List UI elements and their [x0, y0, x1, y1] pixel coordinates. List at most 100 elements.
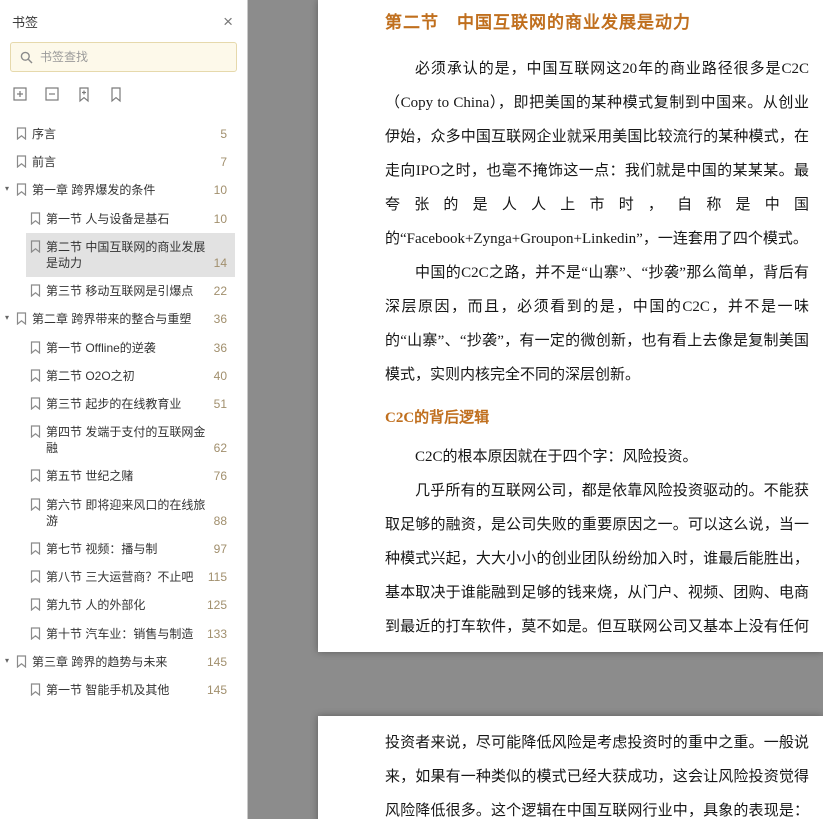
paragraph-group: C2C的根本原因就在于四个字：风险投资。几乎所有的互联网公司，都是依靠风险投资驱…: [385, 440, 809, 652]
bookmark-icon: [16, 312, 27, 325]
bookmark-label: 第十节 汽车业：销售与制造: [46, 626, 199, 642]
bookmark-page-number: 76: [214, 468, 227, 484]
add-bookmark-icon: [76, 86, 93, 103]
bookmark-page-number: 22: [214, 283, 227, 299]
bookmark-icon: [30, 598, 41, 611]
bookmark-page-number: 51: [214, 396, 227, 412]
bookmarks-toolbar: [0, 72, 247, 112]
bookmark-item[interactable]: 前言 7: [0, 148, 235, 176]
bookmark-page-number: 125: [207, 597, 227, 613]
bookmark-item[interactable]: 第三节 移动互联网是引爆点22: [26, 277, 235, 305]
bookmark-label: 第三节 起步的在线教育业: [46, 396, 206, 412]
bookmark-item[interactable]: 第一节 Offline的逆袭 36: [26, 334, 235, 362]
bookmark-page-number: 5: [220, 126, 227, 142]
bookmark-page-number: 62: [214, 440, 227, 456]
bookmark-page-number: 40: [214, 368, 227, 384]
bookmark-page-number: 36: [214, 340, 227, 356]
bookmark-icon: [30, 425, 41, 438]
bookmark-label: 第八节 三大运营商？不止吧: [46, 569, 200, 585]
bookmark-label: 第一节 智能手机及其他: [46, 682, 199, 698]
bookmark-icon: [30, 212, 41, 225]
bookmark-page-number: 88: [214, 513, 227, 529]
bookmark-item[interactable]: 第九节 人的外部化 125: [26, 591, 235, 619]
add-bookmark-button[interactable]: [74, 84, 94, 104]
bookmark-list: 序言 5 前言 7 ▾ 第一章 跨界爆发的条件 10 第一节 人与设备是基石 10 第二节 中国互…: [0, 112, 247, 819]
bookmark-item[interactable]: 第三节 起步的在线教育业 51: [26, 390, 235, 418]
bookmark-icon: [30, 469, 41, 482]
paragraph: 几乎所有的互联网公司，都是依靠风险投资驱动的。不能获取足够的融资，是公司失败的重…: [385, 474, 809, 652]
collapse-all-button[interactable]: [42, 84, 62, 104]
bookmark-label: 第二章 跨界带来的整合与重塑: [32, 311, 206, 327]
bookmark-item[interactable]: ▾ 第二章 跨界带来的整合与重塑 36: [0, 305, 235, 333]
collapse-all-icon: [44, 86, 61, 103]
bookmark-icon: [30, 498, 41, 511]
bookmark-label: 第七节 视频：播与制: [46, 541, 206, 557]
bookmark-item[interactable]: 第四节 发端于支付的互联网金融 62: [26, 418, 235, 462]
bookmark-button[interactable]: [106, 84, 126, 104]
bookmark-page-number: 133: [207, 626, 227, 642]
bookmark-item[interactable]: 第六节 即将迎来风口的在线旅游 88: [26, 491, 235, 535]
bookmark-icon: [30, 284, 41, 297]
bookmark-item[interactable]: 第五节 世纪之赌76: [26, 462, 235, 490]
bookmark-label: 序言: [32, 126, 212, 142]
bookmark-icon: [30, 683, 41, 696]
bookmark-label: 第一节 Offline的逆袭: [46, 340, 206, 356]
bookmark-label: 第六节 即将迎来风口的在线旅游: [46, 497, 206, 529]
bookmark-item[interactable]: ▾ 第三章 跨界的趋势与未来 145: [0, 648, 235, 676]
bookmark-icon: [30, 397, 41, 410]
subsection-heading: C2C的背后逻辑: [385, 406, 809, 430]
bookmarks-panel-title: 书签: [12, 12, 38, 31]
bookmark-label: 第一章 跨界爆发的条件: [32, 182, 206, 198]
bookmark-label: 第四节 发端于支付的互联网金融: [46, 424, 206, 456]
bookmark-label: 第九节 人的外部化: [46, 597, 199, 613]
bookmark-item[interactable]: 第二节 O2O之初 40: [26, 362, 235, 390]
bookmark-icon: [16, 183, 27, 196]
bookmarks-sidebar: 书签 × 序言5前言7▾第一章 跨界爆发的条件10第一节 人与设备是基石10第二: [0, 0, 248, 819]
bookmark-label: 第二节 中国互联网的商业发展是动力: [46, 239, 206, 271]
bookmark-page-number: 10: [214, 211, 227, 227]
bookmark-label: 第三章 跨界的趋势与未来: [32, 654, 199, 670]
bookmark-search-box: [10, 42, 237, 72]
bookmark-item[interactable]: 第七节 视频：播与制 97: [26, 535, 235, 563]
bookmark-page-number: 97: [214, 541, 227, 557]
bookmark-page-number: 145: [207, 682, 227, 698]
expand-caret-icon[interactable]: ▾: [5, 314, 16, 322]
bookmark-icon: [108, 86, 125, 103]
expand-all-icon: [12, 86, 29, 103]
search-icon: [20, 51, 33, 64]
bookmark-search-input[interactable]: [40, 50, 227, 64]
bookmark-page-number: 36: [214, 311, 227, 327]
sidebar-header: 书签 ×: [0, 0, 247, 34]
paragraph: 中国的C2C之路，并不是“山寨”、“抄袭”那么简单，背后有深层原因，而且，必须看…: [385, 256, 809, 392]
expand-caret-icon[interactable]: ▾: [5, 185, 16, 193]
document-canvas[interactable]: 第二节 中国互联网的商业发展是动力 必须承认的是，中国互联网这20年的商业路径很…: [248, 0, 823, 819]
bookmark-page-number: 145: [207, 654, 227, 670]
bookmark-label: 第一节 人与设备是基石: [46, 211, 206, 227]
bookmark-item[interactable]: 序言 5: [0, 120, 235, 148]
bookmark-page-number: 7: [220, 154, 227, 170]
bookmark-icon: [30, 542, 41, 555]
bookmark-page-number: 14: [214, 255, 227, 271]
bookmark-item[interactable]: ▾ 第一章 跨界爆发的条件 10: [0, 176, 235, 204]
bookmark-icon: [16, 655, 27, 668]
bookmark-item[interactable]: 第二节 中国互联网的商业发展是动力 14: [26, 233, 235, 277]
bookmark-item[interactable]: 第八节 三大运营商？不止吧 115: [26, 563, 235, 591]
paragraph: 必须承认的是，中国互联网这20年的商业路径很多是C2C（Copy to Chin…: [385, 52, 809, 256]
section-title: 第二节 中国互联网的商业发展是动力: [385, 8, 809, 38]
paragraph: 投资者来说，尽可能降低风险是考虑投资时的重中之重。一般说来，如果有一种类似的模式…: [385, 726, 809, 819]
bookmark-label: 第二节 O2O之初: [46, 368, 206, 384]
bookmark-item[interactable]: 第一节 智能手机及其他 145: [26, 676, 235, 704]
bookmark-icon: [30, 570, 41, 583]
bookmark-icon: [30, 240, 41, 253]
paragraph: C2C的根本原因就在于四个字：风险投资。: [385, 440, 809, 474]
expand-caret-icon[interactable]: ▾: [5, 657, 16, 665]
bookmark-page-number: 10: [214, 182, 227, 198]
close-sidebar-button[interactable]: ×: [223, 13, 233, 30]
paragraph-group: 必须承认的是，中国互联网这20年的商业路径很多是C2C（Copy to Chin…: [385, 52, 809, 392]
document-page-1: 第二节 中国互联网的商业发展是动力 必须承认的是，中国互联网这20年的商业路径很…: [318, 0, 823, 652]
bookmark-page-number: 115: [208, 569, 227, 585]
bookmark-label: 前言: [32, 154, 212, 170]
bookmark-item[interactable]: 第十节 汽车业：销售与制造 133: [26, 620, 235, 648]
bookmark-item[interactable]: 第一节 人与设备是基石 10: [26, 205, 235, 233]
expand-all-button[interactable]: [10, 84, 30, 104]
